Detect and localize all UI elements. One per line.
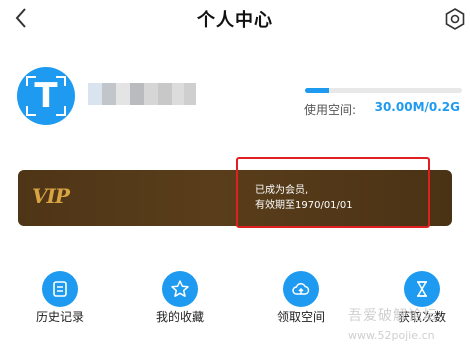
watermark-title: 吾爱破解论坛	[348, 308, 438, 324]
feature-label: 领取空间	[276, 310, 325, 324]
username-blurred	[88, 83, 196, 105]
storage-progress-bar	[305, 88, 462, 93]
page-title: 个人中心	[197, 10, 273, 31]
feature-label: 我的收藏	[155, 310, 204, 324]
storage-value: 30.00M/0.2G	[374, 100, 460, 114]
vip-logo: VIP	[32, 184, 70, 208]
gear-icon	[445, 8, 465, 30]
cloud-upload-icon	[283, 271, 319, 307]
avatar[interactable]: T	[17, 67, 75, 125]
feature-label: 历史记录	[35, 310, 84, 324]
site-watermark: 吾爱破解论坛 www.52pojie.cn	[348, 305, 468, 349]
favorite-star-icon	[162, 271, 198, 307]
settings-button[interactable]	[443, 7, 467, 31]
history-list-icon	[42, 271, 78, 307]
hourglass-icon	[404, 271, 440, 307]
storage-label: 使用空间:	[304, 103, 357, 117]
avatar-letter: T	[34, 76, 58, 116]
watermark-url: www.52pojie.cn	[348, 329, 435, 342]
red-annotation-box	[236, 157, 430, 228]
storage-progress-fill	[305, 88, 329, 93]
